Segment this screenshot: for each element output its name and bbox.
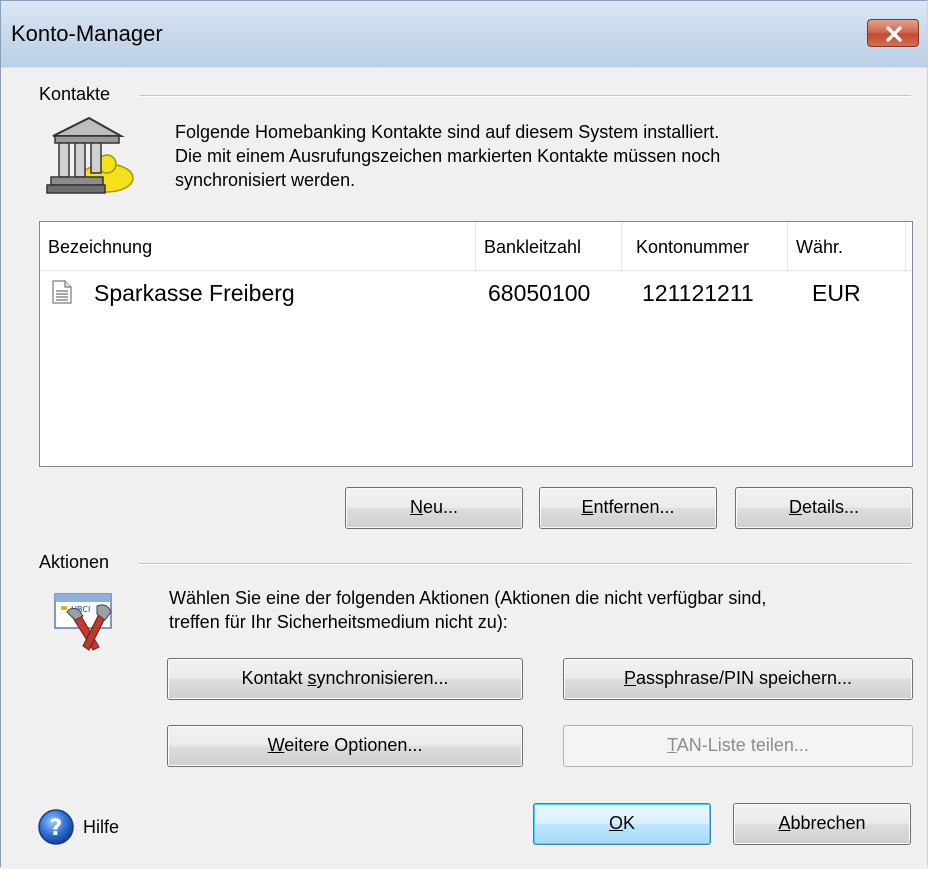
contacts-description: Folgende Homebanking Kontakte sind auf d… [175, 120, 720, 192]
window-title: Konto-Manager [11, 21, 163, 46]
new-contact-button[interactable]: Neu... [345, 487, 523, 529]
actions-group-label: Aktionen [39, 552, 110, 572]
close-x-icon [886, 26, 902, 42]
details-button[interactable]: Details... [735, 487, 913, 529]
cancel-button[interactable]: Abbrechen [733, 803, 911, 845]
list-header: Bezeichnung Bankleitzahl Kontonummer Wäh… [40, 222, 912, 271]
table-row[interactable]: Sparkasse Freiberg 68050100 121121211 EU… [40, 274, 912, 310]
row-name: Sparkasse Freiberg [94, 280, 295, 306]
svg-text:?: ? [50, 816, 63, 841]
contacts-description-line: Folgende Homebanking Kontakte sind auf d… [175, 122, 720, 142]
contacts-description-line: Die mit einem Ausrufungszeichen markiert… [175, 146, 721, 166]
sync-contact-button[interactable]: Kontakt synchronisieren... [167, 658, 523, 700]
row-kontonummer: 121121211 [642, 280, 754, 306]
help-question-icon[interactable]: ? [37, 808, 75, 846]
ok-button[interactable]: OK [533, 803, 711, 845]
column-header-bankleitzahl[interactable]: Bankleitzahl [476, 222, 622, 270]
tools-card-icon: HBCI [54, 593, 112, 651]
column-header-bezeichnung[interactable]: Bezeichnung [40, 222, 476, 270]
share-tan-list-button[interactable]: TAN-Liste teilen... [563, 725, 913, 767]
help-link[interactable]: Hilfe [83, 817, 119, 838]
save-passphrase-button[interactable]: Passphrase/PIN speichern... [563, 658, 913, 700]
close-button[interactable] [867, 19, 919, 47]
actions-group-line [139, 563, 911, 565]
title-bar: Konto-Manager [1, 1, 927, 67]
row-bankleitzahl: 68050100 [488, 280, 591, 306]
actions-description-line: Wählen Sie eine der folgenden Aktionen (… [169, 588, 767, 608]
contacts-list[interactable]: Bezeichnung Bankleitzahl Kontonummer Wäh… [39, 221, 913, 467]
remove-contact-button[interactable]: Entfernen... [539, 487, 717, 529]
contacts-description-line: synchronisiert werden. [175, 170, 356, 190]
more-options-button[interactable]: Weitere Optionen... [167, 725, 523, 767]
document-icon [52, 280, 72, 304]
konto-manager-dialog: Konto-Manager Kontakte Folgende Homebank… [0, 0, 928, 869]
dialog-content: Kontakte Folgende Homebanking Kontakte s… [1, 67, 927, 869]
column-header-waehrung[interactable]: Währ. [788, 222, 906, 270]
column-header-kontonummer[interactable]: Kontonummer [622, 222, 788, 270]
contacts-group-line [139, 95, 911, 97]
actions-description-line: treffen für Ihr Sicherheitsmedium nicht … [169, 612, 508, 632]
actions-description: Wählen Sie eine der folgenden Aktionen (… [169, 586, 766, 634]
contacts-group-label: Kontakte [39, 84, 111, 104]
bank-building-icon [46, 116, 134, 194]
row-waehrung: EUR [812, 280, 861, 306]
